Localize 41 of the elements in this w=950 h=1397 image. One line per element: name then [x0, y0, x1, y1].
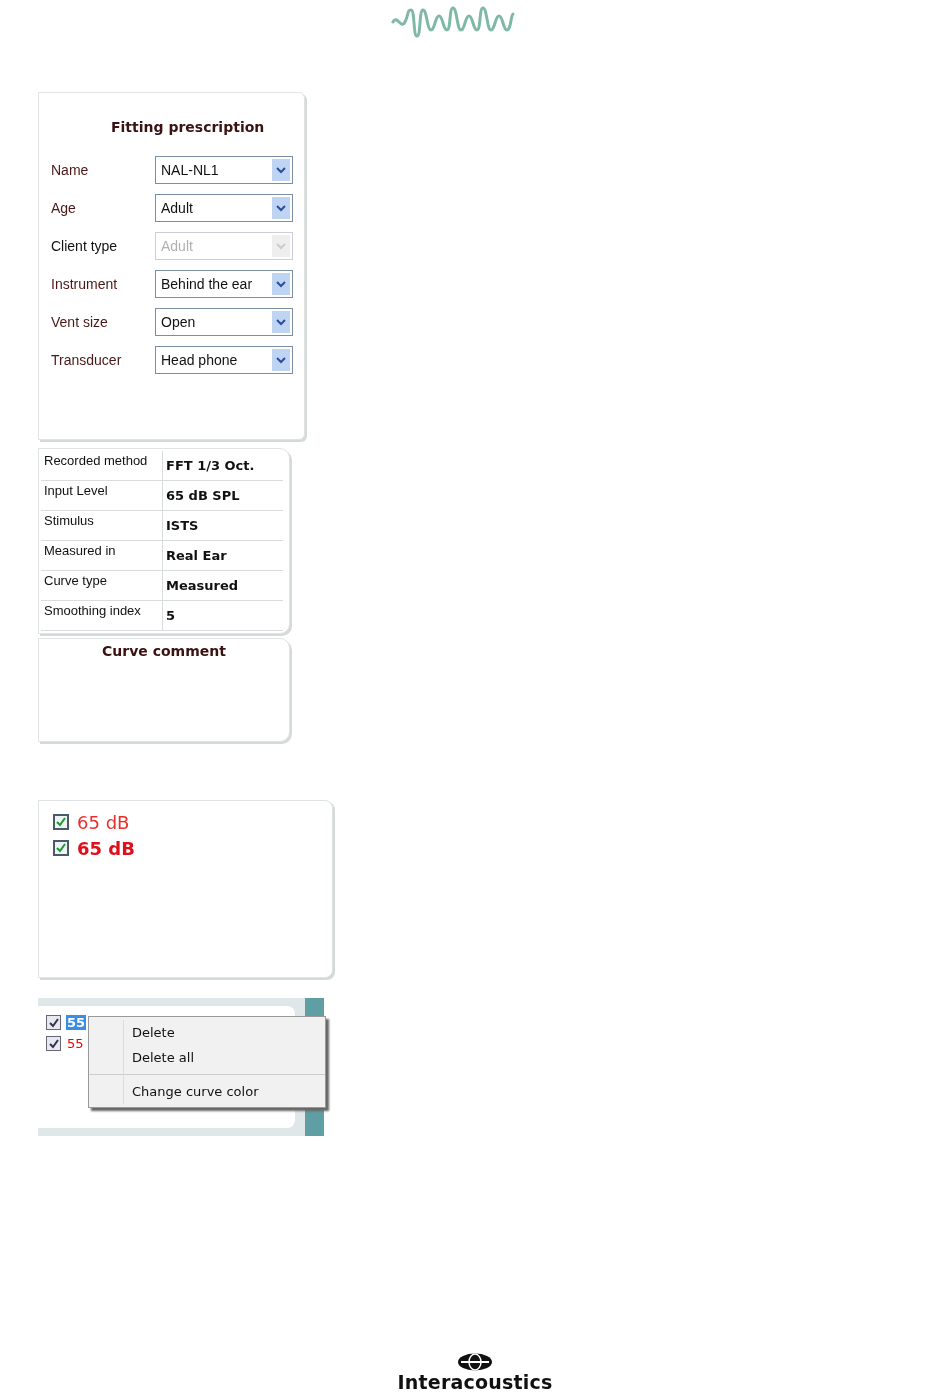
curve-label: 65 dB: [77, 811, 130, 833]
dropdown[interactable]: Adult: [155, 194, 293, 222]
table-cell-text: Real Ear: [165, 547, 228, 565]
checkmark-icon: [48, 1017, 59, 1028]
checkbox[interactable]: [46, 1015, 61, 1030]
dropdown[interactable]: Head phone: [155, 346, 293, 374]
globe-logo-icon: [457, 1353, 493, 1371]
field-label: Vent size: [51, 314, 109, 330]
curve-label: 65 dB: [77, 837, 135, 859]
field-label: Transducer: [51, 352, 123, 368]
brand-name: Interacoustics: [397, 1371, 553, 1393]
panel-title: Fitting prescription: [111, 119, 266, 135]
checkmark-icon: [56, 843, 66, 853]
field-label: Age: [51, 200, 77, 216]
table-cell-text: Measured: [165, 577, 240, 595]
checkbox[interactable]: [46, 1036, 61, 1051]
checkbox[interactable]: [53, 814, 69, 830]
table-cell: Input Level: [41, 481, 163, 510]
checkbox[interactable]: [53, 840, 69, 856]
table-cell: Stimulus: [41, 511, 163, 540]
table-cell-text: FFT 1/3 Oct.: [165, 457, 256, 475]
field-label: Instrument: [51, 276, 119, 292]
table-cell-text: 5: [165, 607, 177, 625]
menu-item[interactable]: Change curve color: [89, 1074, 325, 1104]
menu-item[interactable]: Delete: [89, 1020, 325, 1045]
checkmark-icon: [48, 1038, 59, 1049]
table-cell: Recorded method: [41, 451, 163, 480]
table-cell-text: 65 dB SPL: [165, 487, 241, 505]
dropdown[interactable]: Behind the ear: [155, 270, 293, 298]
checkmark-icon: [56, 817, 66, 827]
table-cell-text: ISTS: [165, 517, 200, 535]
curve-label[interactable]: 55: [66, 1036, 85, 1051]
table-cell: Smoothing index: [41, 601, 163, 630]
panel-title: Curve comment: [101, 643, 227, 659]
field-label: Client type: [51, 238, 119, 254]
dropdown[interactable]: NAL-NL1: [155, 156, 293, 184]
dropdown[interactable]: Open: [155, 308, 293, 336]
menu-item[interactable]: Delete all: [89, 1045, 325, 1070]
table-cell: Curve type: [41, 571, 163, 600]
field-label: Name: [51, 162, 90, 178]
table-cell: Measured in: [41, 541, 163, 570]
